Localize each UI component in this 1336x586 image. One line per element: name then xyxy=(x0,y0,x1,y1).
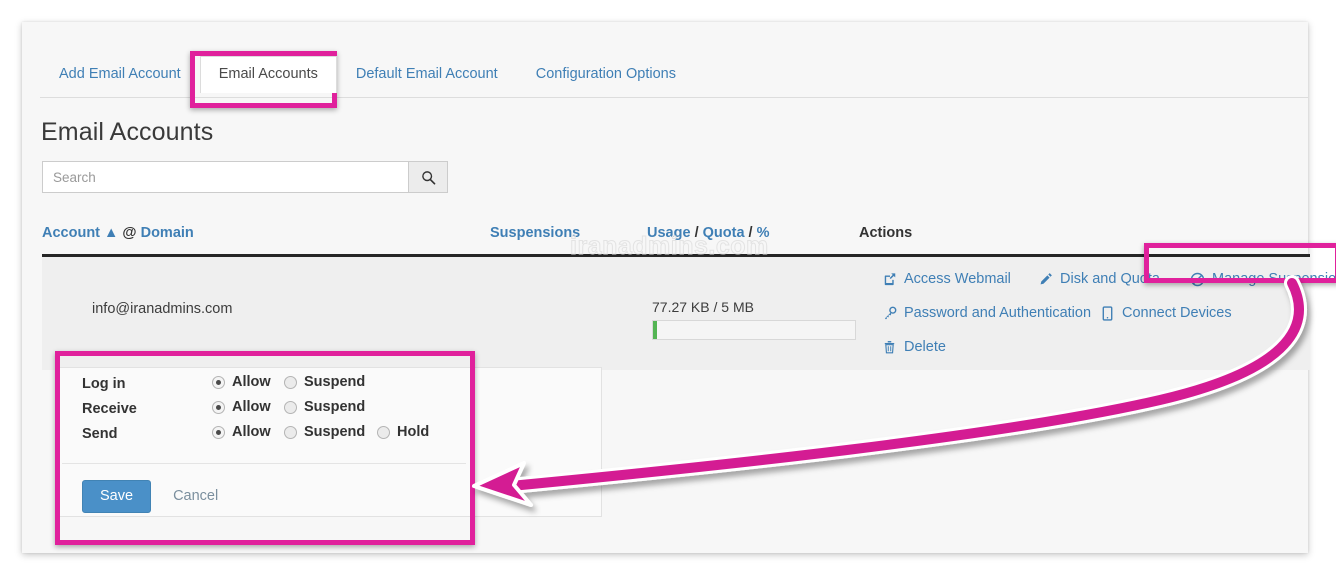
save-button[interactable]: Save xyxy=(82,480,152,513)
table-header-row: Account ▲ @ Domain Suspensions Usage / Q… xyxy=(42,225,1310,251)
send-hold-label: Hold xyxy=(397,424,430,440)
column-header-percent-label: % xyxy=(756,225,770,241)
column-header-account[interactable]: Account ▲ @ Domain xyxy=(42,225,194,241)
receive-allow-radio[interactable] xyxy=(212,400,225,414)
access-webmail-link[interactable]: Access Webmail xyxy=(882,271,1011,287)
actions-cell: Access Webmail Disk and Quota Manage Sus… xyxy=(852,271,1336,373)
usage-sep-2: / xyxy=(748,225,753,241)
screenshot-root: Add Email Account Email Accounts Default… xyxy=(0,0,1336,586)
tab-bar: Add Email Account Email Accounts Default… xyxy=(22,22,1308,98)
external-link-icon xyxy=(882,271,897,287)
suspension-form-footer: Save Cancel xyxy=(62,464,466,529)
tab-bar-divider xyxy=(40,97,1308,98)
access-webmail-label: Access Webmail xyxy=(904,271,1011,287)
trash-icon xyxy=(882,339,897,355)
login-allow-label: Allow xyxy=(232,374,271,390)
search-input[interactable] xyxy=(42,161,408,193)
delete-link[interactable]: Delete xyxy=(882,339,946,355)
tab-list: Add Email Account Email Accounts Default… xyxy=(40,56,695,93)
send-suspend-label: Suspend xyxy=(304,424,366,440)
send-allow-option[interactable]: Allow xyxy=(212,424,271,440)
send-allow-label: Allow xyxy=(232,424,271,440)
send-suspend-option[interactable]: Suspend xyxy=(284,424,365,440)
column-header-actions: Actions xyxy=(859,225,913,241)
column-header-quota-label: Quota xyxy=(702,225,745,241)
tab-default-email-account[interactable]: Default Email Account xyxy=(337,56,517,93)
receive-suspend-option[interactable]: Suspend xyxy=(284,399,365,415)
suspension-row-receive: Receive Allow Suspend xyxy=(62,399,466,424)
login-label: Log in xyxy=(82,376,126,392)
suspension-options: Log in Allow Suspend Receive Allow Suspe… xyxy=(62,356,466,463)
send-label: Send xyxy=(82,426,118,442)
tab-add-email-account[interactable]: Add Email Account xyxy=(40,56,200,93)
send-hold-radio[interactable] xyxy=(377,425,390,439)
account-email: info@iranadmins.com xyxy=(92,301,233,317)
receive-allow-label: Allow xyxy=(232,399,271,415)
send-suspend-radio[interactable] xyxy=(284,425,297,439)
usage-text: 77.27 KB / 5 MB xyxy=(652,299,754,315)
login-allow-option[interactable]: Allow xyxy=(212,374,271,390)
suspension-row-send: Send Allow Suspend Hold xyxy=(62,424,466,449)
connect-devices-label: Connect Devices xyxy=(1122,305,1232,321)
key-icon xyxy=(882,305,897,321)
suspension-row-login: Log in Allow Suspend xyxy=(62,374,466,399)
actions-line-1: Access Webmail Disk and Quota Manage Sus… xyxy=(852,271,1336,305)
pencil-icon xyxy=(1038,271,1053,287)
login-suspend-label: Suspend xyxy=(304,374,366,390)
cancel-button[interactable]: Cancel xyxy=(173,488,218,504)
usage-sep-1: / xyxy=(694,225,699,241)
search-button[interactable] xyxy=(408,161,448,193)
column-header-usage-label: Usage xyxy=(647,225,691,241)
table-row: info@iranadmins.com 77.27 KB / 5 MB Acce… xyxy=(42,257,1336,373)
manage-suspension-link[interactable]: Manage Suspension xyxy=(1190,271,1336,287)
at-symbol-icon: @ xyxy=(122,225,137,241)
disk-and-quota-link[interactable]: Disk and Quota xyxy=(1038,271,1160,287)
column-header-account-label: Account ▲ xyxy=(42,225,119,241)
search-bar xyxy=(42,161,448,193)
usage-cell: 77.27 KB / 5 MB xyxy=(652,299,858,340)
connect-devices-link[interactable]: Connect Devices xyxy=(1100,305,1232,321)
password-and-authentication-link[interactable]: Password and Authentication xyxy=(882,305,1091,321)
send-allow-radio[interactable] xyxy=(212,425,225,439)
password-and-authentication-label: Password and Authentication xyxy=(904,305,1092,321)
manage-suspension-label: Manage Suspension xyxy=(1212,271,1336,287)
column-header-domain-label: Domain xyxy=(140,225,194,241)
tab-email-accounts[interactable]: Email Accounts xyxy=(199,56,337,93)
mobile-icon xyxy=(1100,305,1115,321)
page-title: Email Accounts xyxy=(41,118,214,146)
usage-progress-fill xyxy=(653,321,658,339)
login-suspend-option[interactable]: Suspend xyxy=(284,374,365,390)
actions-line-2: Password and Authentication Connect Devi… xyxy=(852,305,1312,339)
column-header-usage[interactable]: Usage / Quota / % xyxy=(647,225,770,241)
send-hold-option[interactable]: Hold xyxy=(377,424,429,440)
manage-suspension-form: Log in Allow Suspend Receive Allow Suspe… xyxy=(62,356,466,529)
search-icon xyxy=(421,170,436,185)
actions-line-3: Delete xyxy=(852,339,1312,373)
ban-icon xyxy=(1190,271,1205,287)
delete-label: Delete xyxy=(904,339,946,355)
column-header-suspensions[interactable]: Suspensions xyxy=(490,225,580,241)
tab-configuration-options[interactable]: Configuration Options xyxy=(517,56,695,93)
receive-label: Receive xyxy=(82,401,137,417)
receive-allow-option[interactable]: Allow xyxy=(212,399,271,415)
receive-suspend-radio[interactable] xyxy=(284,400,297,414)
usage-progress-bar xyxy=(652,320,856,340)
receive-suspend-label: Suspend xyxy=(304,399,366,415)
login-suspend-radio[interactable] xyxy=(284,375,297,389)
disk-and-quota-label: Disk and Quota xyxy=(1060,271,1160,287)
login-allow-radio[interactable] xyxy=(212,375,225,389)
